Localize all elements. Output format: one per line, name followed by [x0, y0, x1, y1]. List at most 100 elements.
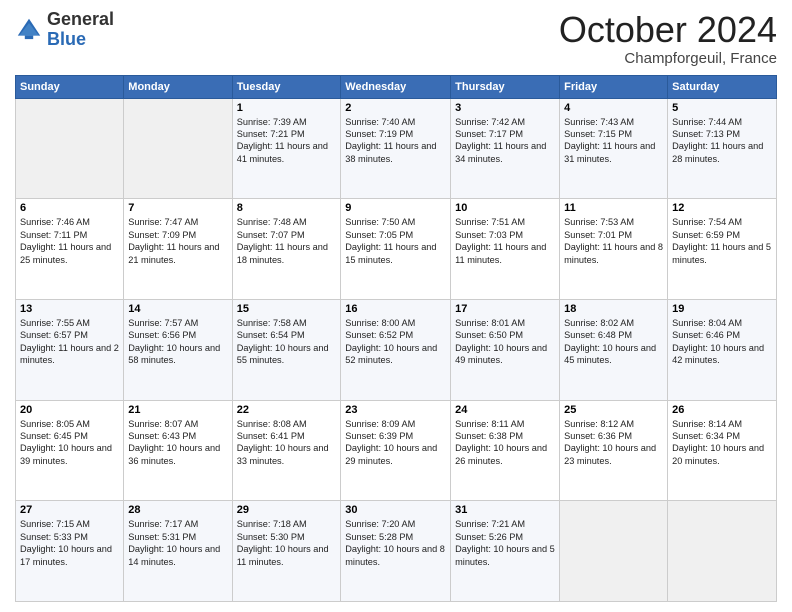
logo: General Blue	[15, 10, 114, 50]
calendar-week-row: 13 Sunrise: 7:55 AMSunset: 6:57 PMDayligh…	[16, 299, 777, 400]
calendar-cell: 29Sunrise: 7:18 AMSunset: 5:30 PMDayligh…	[232, 501, 341, 602]
day-number: 30	[345, 504, 446, 516]
calendar-cell: 6 Sunrise: 7:46 AMSunset: 7:11 PMDaylight…	[16, 199, 124, 300]
calendar-cell	[124, 98, 232, 199]
calendar-cell: 26 Sunrise: 8:14 AMSunset: 6:34 PMDayligh…	[668, 400, 777, 501]
day-info: Sunrise: 7:44 AMSunset: 7:13 PMDaylight:…	[672, 116, 772, 166]
day-info: Sunrise: 7:20 AMSunset: 5:28 PMDaylight:…	[345, 518, 446, 568]
day-info: Sunrise: 8:09 AMSunset: 6:39 PMDaylight:…	[345, 418, 446, 468]
day-info: Sunrise: 8:12 AMSunset: 6:36 PMDaylight:…	[564, 418, 663, 468]
calendar-week-row: 6 Sunrise: 7:46 AMSunset: 7:11 PMDaylight…	[16, 199, 777, 300]
month-title: October 2024	[559, 10, 777, 50]
calendar-cell: 17 Sunrise: 8:01 AMSunset: 6:50 PMDayligh…	[451, 299, 560, 400]
day-number: 23	[345, 404, 446, 416]
calendar-cell: 31 Sunrise: 7:21 AMSunset: 5:26 PMDayligh…	[451, 501, 560, 602]
day-info: Sunrise: 8:02 AMSunset: 6:48 PMDaylight:…	[564, 317, 663, 367]
day-number: 28	[128, 504, 227, 516]
calendar-cell: 4 Sunrise: 7:43 AMSunset: 7:15 PMDaylight…	[560, 98, 668, 199]
day-number: 17	[455, 303, 555, 315]
day-number: 19	[672, 303, 772, 315]
day-info: Sunrise: 8:07 AMSunset: 6:43 PMDaylight:…	[128, 418, 227, 468]
day-info: Sunrise: 8:11 AMSunset: 6:38 PMDaylight:…	[455, 418, 555, 468]
calendar-cell: 13 Sunrise: 7:55 AMSunset: 6:57 PMDayligh…	[16, 299, 124, 400]
day-info: Sunrise: 7:57 AMSunset: 6:56 PMDaylight:…	[128, 317, 227, 367]
day-number: 13	[20, 303, 119, 315]
calendar-cell: 18 Sunrise: 8:02 AMSunset: 6:48 PMDayligh…	[560, 299, 668, 400]
calendar-cell: 24Sunrise: 8:11 AMSunset: 6:38 PMDayligh…	[451, 400, 560, 501]
day-number: 14	[128, 303, 227, 315]
calendar-day-header: Tuesday	[232, 75, 341, 98]
day-number: 9	[345, 202, 446, 214]
calendar-cell: 23 Sunrise: 8:09 AMSunset: 6:39 PMDayligh…	[341, 400, 451, 501]
day-info: Sunrise: 7:48 AMSunset: 7:07 PMDaylight:…	[237, 216, 337, 266]
day-number: 16	[345, 303, 446, 315]
day-info: Sunrise: 7:42 AMSunset: 7:17 PMDaylight:…	[455, 116, 555, 166]
day-info: Sunrise: 8:14 AMSunset: 6:34 PMDaylight:…	[672, 418, 772, 468]
calendar-week-row: 27 Sunrise: 7:15 AMSunset: 5:33 PMDayligh…	[16, 501, 777, 602]
day-number: 18	[564, 303, 663, 315]
calendar-cell: 20 Sunrise: 8:05 AMSunset: 6:45 PMDayligh…	[16, 400, 124, 501]
calendar-cell	[668, 501, 777, 602]
day-number: 25	[564, 404, 663, 416]
calendar-cell	[16, 98, 124, 199]
day-number: 5	[672, 102, 772, 114]
day-number: 7	[128, 202, 227, 214]
day-number: 15	[237, 303, 337, 315]
day-info: Sunrise: 8:05 AMSunset: 6:45 PMDaylight:…	[20, 418, 119, 468]
day-info: Sunrise: 8:01 AMSunset: 6:50 PMDaylight:…	[455, 317, 555, 367]
day-info: Sunrise: 7:15 AMSunset: 5:33 PMDaylight:…	[20, 518, 119, 568]
calendar-day-header: Friday	[560, 75, 668, 98]
location-subtitle: Champforgeuil, France	[559, 50, 777, 67]
calendar-day-header: Wednesday	[341, 75, 451, 98]
day-info: Sunrise: 7:53 AMSunset: 7:01 PMDaylight:…	[564, 216, 663, 266]
day-info: Sunrise: 8:00 AMSunset: 6:52 PMDaylight:…	[345, 317, 446, 367]
day-number: 6	[20, 202, 119, 214]
calendar-day-header: Saturday	[668, 75, 777, 98]
calendar-cell: 27 Sunrise: 7:15 AMSunset: 5:33 PMDayligh…	[16, 501, 124, 602]
calendar-cell: 11 Sunrise: 7:53 AMSunset: 7:01 PMDayligh…	[560, 199, 668, 300]
day-info: Sunrise: 7:39 AMSunset: 7:21 PMDaylight:…	[237, 116, 337, 166]
day-info: Sunrise: 7:40 AMSunset: 7:19 PMDaylight:…	[345, 116, 446, 166]
calendar-cell: 19 Sunrise: 8:04 AMSunset: 6:46 PMDayligh…	[668, 299, 777, 400]
day-info: Sunrise: 7:17 AMSunset: 5:31 PMDaylight:…	[128, 518, 227, 568]
day-number: 29	[237, 504, 337, 516]
calendar-day-header: Sunday	[16, 75, 124, 98]
day-number: 20	[20, 404, 119, 416]
calendar-cell: 8 Sunrise: 7:48 AMSunset: 7:07 PMDaylight…	[232, 199, 341, 300]
calendar-cell: 15Sunrise: 7:58 AMSunset: 6:54 PMDayligh…	[232, 299, 341, 400]
day-number: 1	[237, 102, 337, 114]
logo-icon	[15, 16, 43, 44]
day-info: Sunrise: 7:50 AMSunset: 7:05 PMDaylight:…	[345, 216, 446, 266]
day-number: 8	[237, 202, 337, 214]
day-info: Sunrise: 7:51 AMSunset: 7:03 PMDaylight:…	[455, 216, 555, 266]
calendar-cell: 10 Sunrise: 7:51 AMSunset: 7:03 PMDayligh…	[451, 199, 560, 300]
day-info: Sunrise: 7:21 AMSunset: 5:26 PMDaylight:…	[455, 518, 555, 568]
calendar-cell: 12Sunrise: 7:54 AMSunset: 6:59 PMDayligh…	[668, 199, 777, 300]
day-number: 12	[672, 202, 772, 214]
calendar-cell: 25 Sunrise: 8:12 AMSunset: 6:36 PMDayligh…	[560, 400, 668, 501]
day-number: 31	[455, 504, 555, 516]
logo-general: General	[47, 9, 114, 29]
calendar-day-header: Monday	[124, 75, 232, 98]
calendar-week-row: 1 Sunrise: 7:39 AMSunset: 7:21 PMDaylight…	[16, 98, 777, 199]
day-info: Sunrise: 7:47 AMSunset: 7:09 PMDaylight:…	[128, 216, 227, 266]
day-info: Sunrise: 7:43 AMSunset: 7:15 PMDaylight:…	[564, 116, 663, 166]
day-info: Sunrise: 7:55 AMSunset: 6:57 PMDaylight:…	[20, 317, 119, 367]
day-info: Sunrise: 7:46 AMSunset: 7:11 PMDaylight:…	[20, 216, 119, 266]
calendar-week-row: 20 Sunrise: 8:05 AMSunset: 6:45 PMDayligh…	[16, 400, 777, 501]
calendar-cell: 22Sunrise: 8:08 AMSunset: 6:41 PMDayligh…	[232, 400, 341, 501]
calendar-cell: 21Sunrise: 8:07 AMSunset: 6:43 PMDayligh…	[124, 400, 232, 501]
calendar-cell: 28 Sunrise: 7:17 AMSunset: 5:31 PMDayligh…	[124, 501, 232, 602]
calendar-cell: 30 Sunrise: 7:20 AMSunset: 5:28 PMDayligh…	[341, 501, 451, 602]
calendar-cell: 16 Sunrise: 8:00 AMSunset: 6:52 PMDayligh…	[341, 299, 451, 400]
day-number: 26	[672, 404, 772, 416]
day-number: 11	[564, 202, 663, 214]
day-info: Sunrise: 8:04 AMSunset: 6:46 PMDaylight:…	[672, 317, 772, 367]
calendar-cell: 5 Sunrise: 7:44 AMSunset: 7:13 PMDaylight…	[668, 98, 777, 199]
day-number: 4	[564, 102, 663, 114]
calendar-cell: 3Sunrise: 7:42 AMSunset: 7:17 PMDaylight…	[451, 98, 560, 199]
calendar-day-header: Thursday	[451, 75, 560, 98]
day-number: 27	[20, 504, 119, 516]
day-number: 10	[455, 202, 555, 214]
day-number: 22	[237, 404, 337, 416]
